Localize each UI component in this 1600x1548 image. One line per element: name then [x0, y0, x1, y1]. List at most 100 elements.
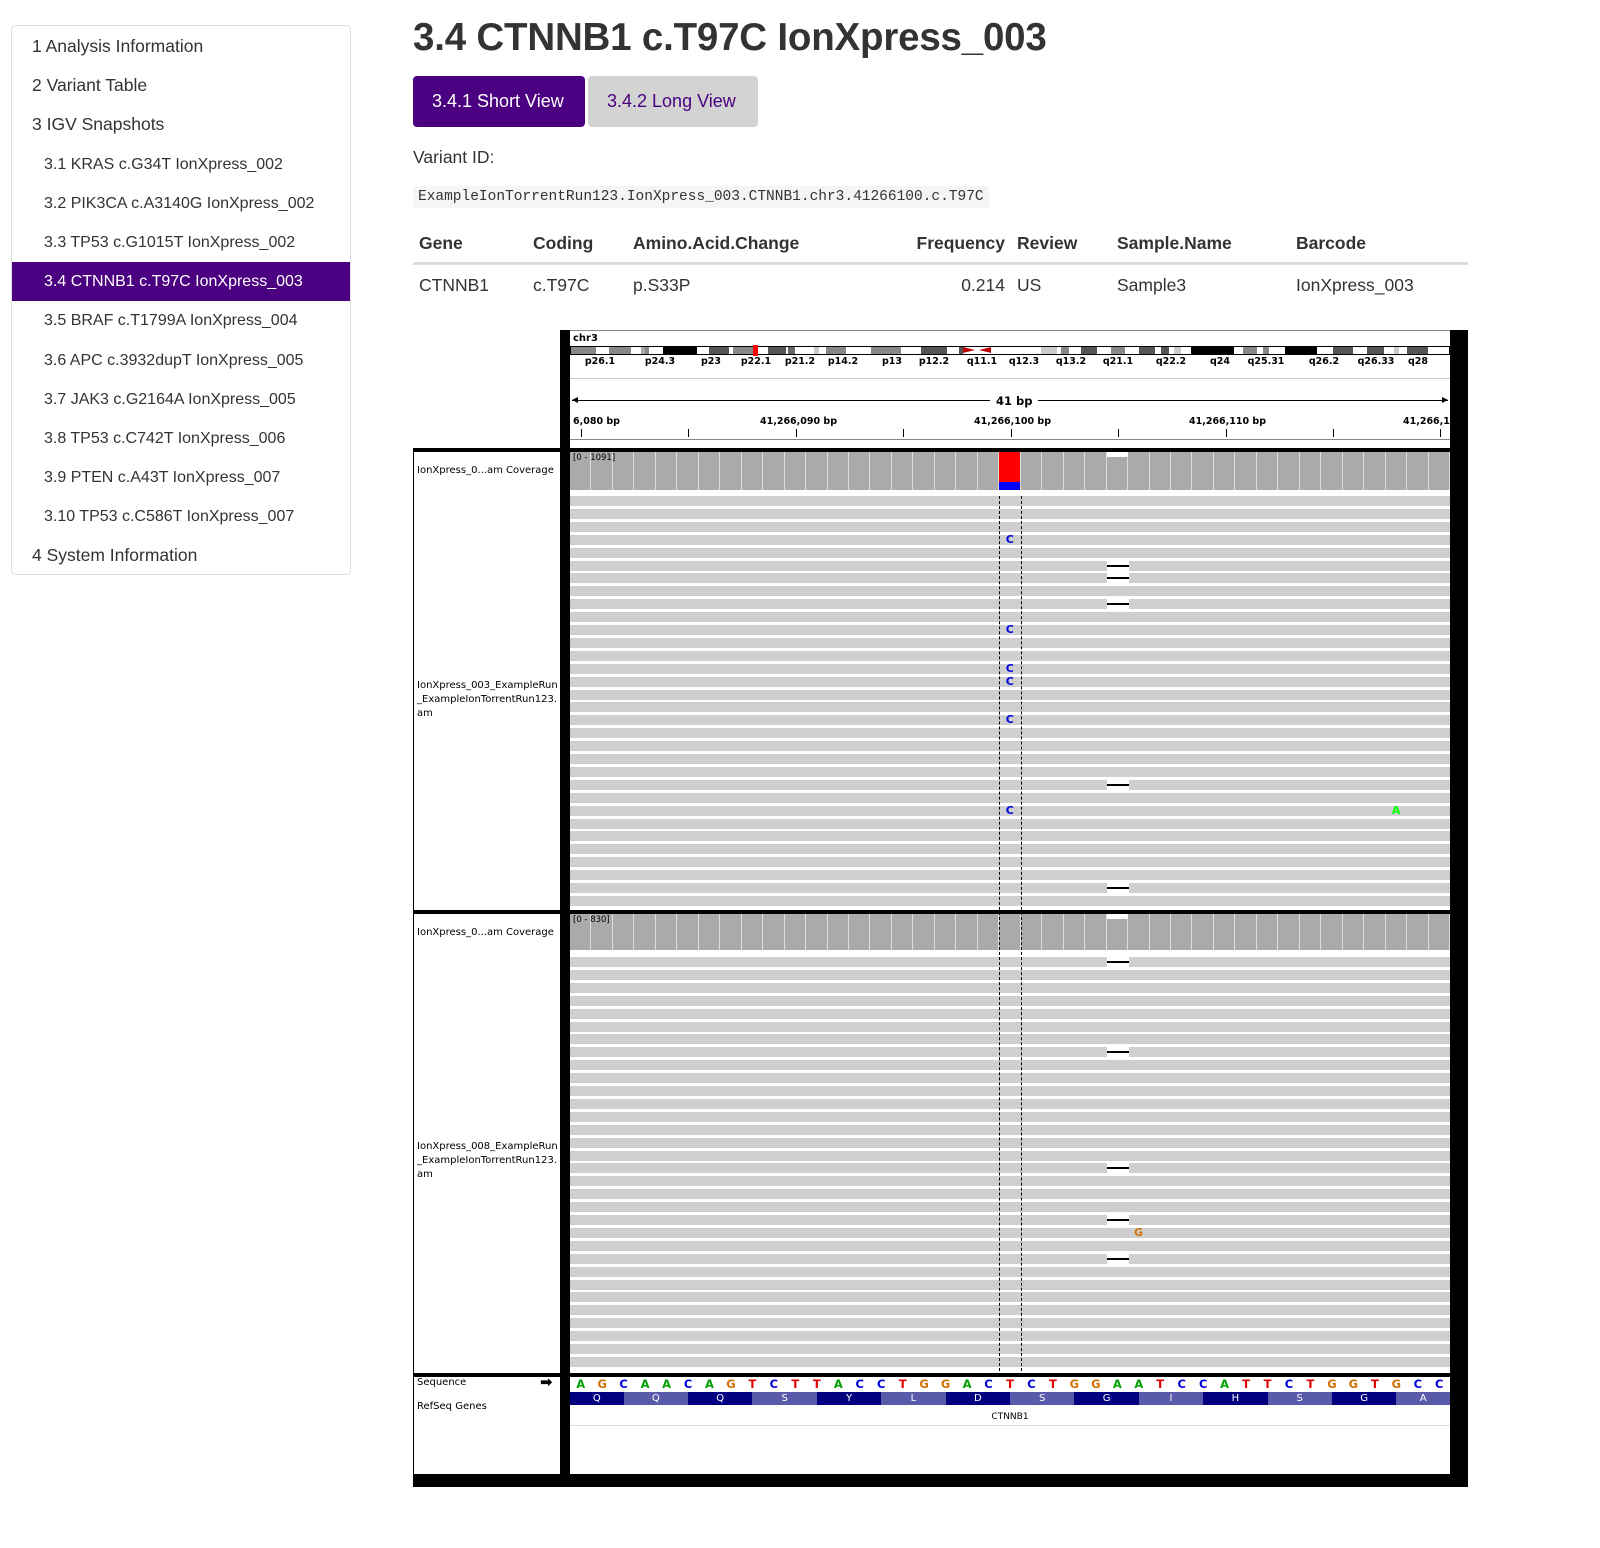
- toc-item[interactable]: 3.6 APC c.3932dupT IonXpress_005: [12, 341, 350, 380]
- strand-arrow-right-icon[interactable]: ➡: [540, 1373, 553, 1391]
- coverage-bar[interactable]: [612, 914, 635, 950]
- coverage-bar[interactable]: [677, 452, 699, 490]
- read[interactable]: [570, 1163, 1450, 1174]
- toc-item[interactable]: 1 Analysis Information: [12, 27, 350, 66]
- tab-long-view[interactable]: 3.4.2 Long View: [588, 76, 758, 127]
- deletion-marker[interactable]: [1106, 957, 1129, 967]
- alignment-track-name[interactable]: IonXpress_003_ExampleRun _ExampleIonTorre…: [417, 679, 560, 721]
- read[interactable]: [570, 1137, 1450, 1148]
- coverage-bar[interactable]: [1342, 452, 1365, 490]
- read[interactable]: [570, 995, 1450, 1006]
- coverage-bar[interactable]: [677, 914, 699, 950]
- coverage-bar[interactable]: [1128, 914, 1150, 950]
- toc-item[interactable]: 3.2 PIK3CA c.A3140G IonXpress_002: [12, 184, 350, 223]
- coverage-bar[interactable]: [999, 914, 1021, 950]
- coverage-bar[interactable]: [1192, 914, 1214, 950]
- read[interactable]: [570, 1331, 1450, 1342]
- coverage-bar[interactable]: [1128, 452, 1150, 490]
- toc-item[interactable]: 3.10 TP53 c.C586T IonXpress_007: [12, 497, 350, 536]
- deletion-marker[interactable]: [1106, 883, 1129, 893]
- toc-item[interactable]: 3 IGV Snapshots: [12, 105, 350, 144]
- coverage-bar[interactable]: [977, 914, 1000, 950]
- toc-item[interactable]: 3.5 BRAF c.T1799A IonXpress_004: [12, 301, 350, 340]
- coverage-bar[interactable]: [934, 452, 957, 490]
- read[interactable]: [570, 883, 1450, 893]
- read[interactable]: [570, 612, 1450, 623]
- read[interactable]: [570, 1344, 1450, 1354]
- tab-short-view[interactable]: 3.4.1 Short View: [413, 76, 585, 127]
- coverage-bar[interactable]: [1278, 914, 1300, 950]
- coverage-bar[interactable]: [849, 914, 871, 950]
- coverage-track-2[interactable]: [0 - 830]: [570, 914, 1450, 950]
- coverage-bar[interactable]: [870, 452, 892, 490]
- coverage-bar[interactable]: [1321, 914, 1343, 950]
- coverage-bar[interactable]: [1235, 914, 1257, 950]
- read[interactable]: [570, 1240, 1450, 1251]
- coverage-bar[interactable]: [1213, 914, 1236, 950]
- read[interactable]: [570, 573, 1450, 584]
- read[interactable]: [570, 1266, 1450, 1277]
- read[interactable]: [570, 547, 1450, 558]
- read[interactable]: [570, 1086, 1450, 1096]
- read[interactable]: [570, 1008, 1450, 1019]
- coverage-bar[interactable]: [827, 914, 849, 950]
- coverage-bar[interactable]: [1299, 914, 1322, 950]
- coverage-bar[interactable]: [913, 452, 935, 490]
- read[interactable]: [570, 1356, 1450, 1367]
- read[interactable]: [570, 702, 1450, 713]
- sequence-track[interactable]: AGCAACAGTCTTACCTGGACTCTGGAATCCATTCTGGTGC…: [570, 1377, 1450, 1392]
- coverage-bar[interactable]: [1278, 452, 1300, 490]
- read[interactable]: [570, 560, 1450, 571]
- read[interactable]: [570, 1215, 1450, 1225]
- coverage-bar[interactable]: [1364, 452, 1386, 490]
- read[interactable]: [570, 831, 1450, 842]
- coverage-bar[interactable]: [1342, 914, 1365, 950]
- coverage-bar[interactable]: [806, 914, 828, 950]
- read[interactable]: [570, 1098, 1450, 1109]
- read[interactable]: [570, 1253, 1450, 1264]
- read[interactable]: [570, 792, 1450, 803]
- deletion-marker[interactable]: [1106, 1163, 1129, 1174]
- coverage-bar[interactable]: [1042, 914, 1064, 950]
- coverage-bar[interactable]: [891, 914, 914, 950]
- read[interactable]: [570, 982, 1450, 993]
- coverage-bar[interactable]: [956, 452, 978, 490]
- coverage-bar[interactable]: [1428, 452, 1450, 490]
- coverage-bar[interactable]: [913, 914, 935, 950]
- read[interactable]: [570, 1073, 1450, 1084]
- coverage-bar[interactable]: [956, 914, 978, 950]
- read[interactable]: [570, 521, 1450, 532]
- alignment-track-1[interactable]: CCCCCCA: [570, 496, 1450, 908]
- read[interactable]: [570, 895, 1450, 906]
- coverage-bar[interactable]: [1149, 914, 1171, 950]
- coverage-bar[interactable]: [655, 914, 678, 950]
- coverage-bar[interactable]: [1213, 452, 1236, 490]
- coverage-bar[interactable]: [784, 914, 807, 950]
- toc-item[interactable]: 3.8 TP53 c.C742T IonXpress_006: [12, 419, 350, 458]
- read[interactable]: [570, 766, 1450, 777]
- coverage-bar[interactable]: [999, 452, 1021, 490]
- toc-item[interactable]: 3.1 KRAS c.G34T IonXpress_002: [12, 145, 350, 184]
- coverage-bar[interactable]: [1085, 914, 1107, 950]
- read[interactable]: [570, 1124, 1450, 1135]
- coverage-bar[interactable]: [1106, 457, 1129, 490]
- coverage-bar[interactable]: [784, 452, 807, 490]
- read[interactable]: [570, 1279, 1450, 1290]
- refseq-genes-track-name[interactable]: RefSeq Genes: [417, 1401, 487, 1412]
- coverage-bar[interactable]: [741, 914, 764, 950]
- read[interactable]: [570, 1034, 1450, 1045]
- read[interactable]: [570, 957, 1450, 967]
- gene-name-label[interactable]: CTNNB1: [991, 1412, 1028, 1422]
- deletion-marker[interactable]: [1106, 1253, 1129, 1264]
- coverage-bar[interactable]: [891, 452, 914, 490]
- read[interactable]: [570, 779, 1450, 790]
- read[interactable]: [570, 1060, 1450, 1071]
- toc-item[interactable]: 3.7 JAK3 c.G2164A IonXpress_005: [12, 380, 350, 419]
- coverage-bar[interactable]: [698, 914, 721, 950]
- coverage-bar[interactable]: [763, 914, 785, 950]
- coverage-bar[interactable]: [1170, 452, 1193, 490]
- coverage-bar[interactable]: [1042, 452, 1064, 490]
- coverage-bar[interactable]: [1192, 452, 1214, 490]
- read[interactable]: [570, 1176, 1450, 1187]
- read[interactable]: [570, 1305, 1450, 1316]
